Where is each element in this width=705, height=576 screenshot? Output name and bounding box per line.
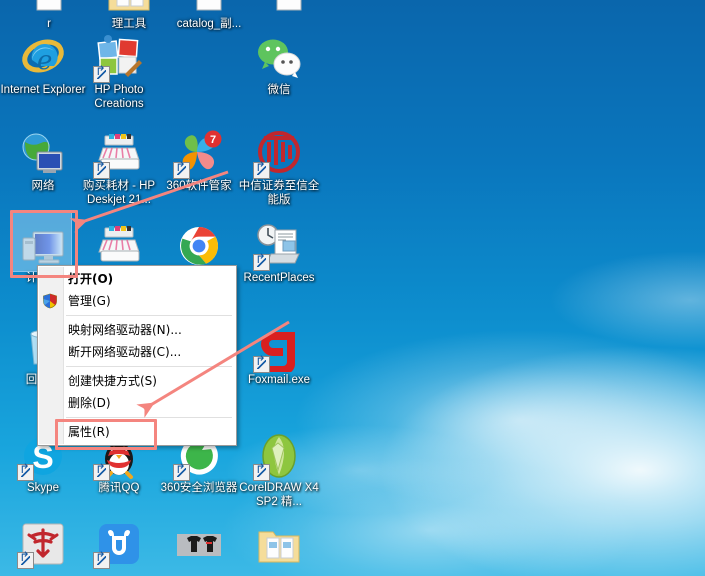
generic-file-icon xyxy=(36,0,62,11)
desktop-icon-partial-tools[interactable]: 理工具 xyxy=(86,0,172,32)
annotation-computer-icon-highlight xyxy=(10,210,78,278)
hp-photo-creations-icon xyxy=(93,34,143,83)
shortcut-overlay-icon xyxy=(93,162,110,179)
desktop-icon-label: 中信证券至信全能版 xyxy=(238,180,320,206)
context-menu-item-label: 创建快捷方式(S) xyxy=(68,374,157,388)
desktop-icon-hp-photo[interactable]: HP Photo Creations xyxy=(76,34,162,111)
desktop-icon-label: 360软件管家 xyxy=(166,180,232,192)
internet-explorer-icon: e xyxy=(22,39,64,76)
shortcut-overlay-icon xyxy=(173,464,190,481)
folder-icon xyxy=(105,0,153,16)
tshirt-icon xyxy=(177,534,221,556)
network-globe-icon xyxy=(19,130,67,178)
context-menu-item-5[interactable]: 删除(D) xyxy=(38,392,236,414)
citic-icon xyxy=(253,130,303,179)
desktop-icon-label: Foxmail.exe xyxy=(248,374,310,386)
generic-file-icon xyxy=(276,0,302,11)
desktop-icon-recent-places[interactable]: RecentPlaces xyxy=(236,222,322,286)
desktop-icon-label: 购买耗材 - HP Deskjet 21... xyxy=(82,180,156,206)
generic-file-icon xyxy=(265,0,313,16)
360-software-manager-icon: 7 xyxy=(173,130,223,179)
desktop-icon-label: Skype xyxy=(27,482,59,494)
context-menu-separator xyxy=(66,366,232,367)
desktop-icon-label: 理工具 xyxy=(111,18,147,30)
uac-shield-icon xyxy=(42,293,58,309)
printer-icon xyxy=(98,226,140,262)
desktop-icon-foxmail[interactable]: Foxmail.exe xyxy=(236,324,322,388)
shortcut-overlay-icon xyxy=(93,66,110,83)
chrome-icon xyxy=(180,227,218,265)
svg-text:e: e xyxy=(37,46,52,76)
desktop-icon-label: HP Photo Creations xyxy=(94,84,144,110)
chrome-icon xyxy=(175,222,223,270)
desktop-icon-label: 网络 xyxy=(31,180,55,192)
desktop-icon-internet-explorer[interactable]: e Internet Explorer xyxy=(0,34,86,98)
printer-icon xyxy=(95,222,143,270)
desktop-icon-hp-supplies[interactable]: 购买耗材 - HP Deskjet 21... xyxy=(76,130,162,207)
generic-file-icon xyxy=(25,0,73,16)
desktop-icon-360-software[interactable]: 7 360软件管家 xyxy=(156,130,242,194)
context-menu-item-label: 管理(G) xyxy=(68,294,111,308)
desktop-icon-label: 微信 xyxy=(267,84,291,96)
shortcut-overlay-icon xyxy=(253,356,270,373)
shortcut-overlay-icon xyxy=(17,464,34,481)
desktop-icon-citic-securities[interactable]: 中信证券至信全能版 xyxy=(236,130,322,207)
desktop-icon-label: RecentPlaces xyxy=(243,272,315,284)
generic-file-icon xyxy=(196,0,222,11)
context-menu-item-4[interactable]: 创建快捷方式(S) xyxy=(38,370,236,392)
context-menu-item-label: 映射网络驱动器(N)... xyxy=(68,323,182,337)
shortcut-overlay-icon xyxy=(93,552,110,569)
desktop-icon-label: r xyxy=(47,18,51,30)
desktop-icon-tshirt-app[interactable] xyxy=(156,520,242,570)
context-menu-separator xyxy=(66,315,232,316)
shortcut-overlay-icon xyxy=(253,254,270,271)
context-menu-item-label: 断开网络驱动器(C)... xyxy=(68,345,182,359)
foxmail-icon xyxy=(253,324,303,374)
generic-file-icon xyxy=(185,0,233,16)
blue-ox-icon xyxy=(93,520,143,569)
shortcut-overlay-icon xyxy=(17,552,34,569)
desktop-icon-blue-ox-app[interactable] xyxy=(76,520,162,570)
desktop-icon-partial-r4[interactable] xyxy=(246,0,332,18)
tshirt-icon xyxy=(175,520,223,568)
context-menu-item-3[interactable]: 断开网络驱动器(C)... xyxy=(38,341,236,363)
desktop-icon-label: Internet Explorer xyxy=(0,84,86,96)
desktop-icon-partial-catalog[interactable]: catalog_副... xyxy=(166,0,252,32)
recent-places-icon xyxy=(253,222,303,271)
svg-text:7: 7 xyxy=(210,134,216,146)
desktop-icon-network[interactable]: 网络 xyxy=(0,130,86,194)
red-emblem-icon xyxy=(17,520,67,569)
desktop-icon-folder-docs[interactable] xyxy=(236,520,322,570)
shortcut-overlay-icon xyxy=(253,464,270,481)
shortcut-overlay-icon xyxy=(253,162,270,179)
desktop-icon-label: CorelDRAW X4 SP2 精... xyxy=(239,482,319,508)
shortcut-overlay-icon xyxy=(173,162,190,179)
folder-icon xyxy=(258,531,300,563)
folder-icon xyxy=(255,520,303,568)
coreldraw-icon xyxy=(253,432,303,481)
wechat-icon xyxy=(255,34,303,82)
shortcut-overlay-icon xyxy=(93,464,110,481)
context-menu-item-label: 删除(D) xyxy=(68,396,111,410)
desktop-icon-label: 腾讯QQ xyxy=(98,482,140,494)
printer-icon xyxy=(93,130,143,179)
context-menu-item-2[interactable]: 映射网络驱动器(N)... xyxy=(38,319,236,341)
desktop-icon-wechat[interactable]: 微信 xyxy=(236,34,322,98)
desktop-icon-label: 360安全浏览器 xyxy=(160,482,238,494)
desktop-icon-partial-r[interactable]: r xyxy=(6,0,92,32)
context-menu-item-1[interactable]: 管理(G) xyxy=(38,290,236,312)
context-menu-separator xyxy=(66,417,232,418)
desktop-icon-coreldraw[interactable]: CorelDRAW X4 SP2 精... xyxy=(236,432,322,509)
annotation-properties-item-highlight xyxy=(55,419,157,450)
desktop-icon-red-app[interactable] xyxy=(0,520,86,570)
internet-explorer-icon: e xyxy=(19,34,67,82)
desktop-icon-label: catalog_副... xyxy=(176,18,242,30)
folder-icon xyxy=(108,0,150,11)
wechat-icon xyxy=(258,39,301,78)
network-globe-icon xyxy=(22,133,63,173)
